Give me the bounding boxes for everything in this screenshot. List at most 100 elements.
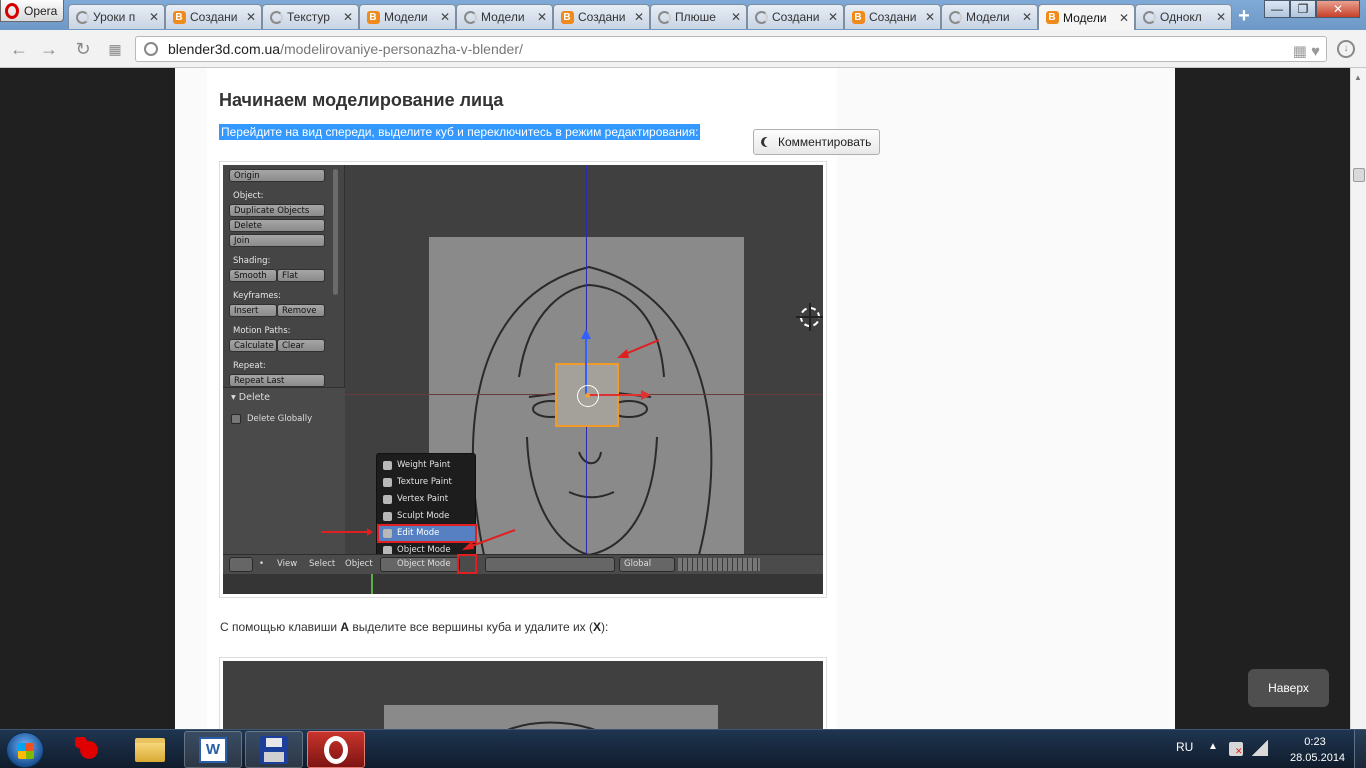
minimize-button[interactable]: — xyxy=(1264,0,1290,18)
url-host: blender3d.com.ua xyxy=(168,41,281,57)
browser-tab[interactable]: Плюше ✕ xyxy=(650,4,747,29)
maximize-button[interactable]: ❐ xyxy=(1290,0,1316,18)
editor-type-icon[interactable] xyxy=(229,557,253,572)
opera-logo-icon xyxy=(5,2,19,19)
loading-icon xyxy=(754,10,768,24)
taskbar-opera[interactable] xyxy=(307,731,365,768)
tab-close-icon[interactable]: ✕ xyxy=(245,10,257,24)
select-menu[interactable]: Select xyxy=(309,559,335,569)
tray-expand-icon[interactable]: ▲ xyxy=(1208,741,1218,752)
browser-tab[interactable]: Однокл ✕ xyxy=(1135,4,1232,29)
3d-view-header: • View Select Object Object Mode Global xyxy=(223,554,823,574)
browser-tab[interactable]: Уроки п ✕ xyxy=(68,4,165,29)
tab-close-icon[interactable]: ✕ xyxy=(730,10,742,24)
duplicate-objects-button[interactable]: Duplicate Objects xyxy=(229,204,325,217)
tab-close-icon[interactable]: ✕ xyxy=(1118,11,1130,25)
browser-tab[interactable]: Модели ✕ xyxy=(941,4,1038,29)
site-info-icon[interactable] xyxy=(144,42,158,56)
repeat-last-button[interactable]: Repeat Last xyxy=(229,374,325,387)
browser-tab[interactable]: Модели ✕ xyxy=(456,4,553,29)
mode-menu-item[interactable]: Sculpt Mode xyxy=(379,509,475,524)
face-sketch-2 xyxy=(507,721,596,729)
delete-globally-checkbox[interactable] xyxy=(231,414,241,424)
back-to-top-button[interactable]: Наверх xyxy=(1248,669,1329,707)
flat-button[interactable]: Flat xyxy=(277,269,325,282)
download-icon[interactable]: ↓ xyxy=(1337,40,1355,58)
back-button[interactable]: ← xyxy=(8,38,30,60)
timeline[interactable] xyxy=(223,574,823,594)
comment-moon-icon xyxy=(764,137,774,147)
tab-close-icon[interactable]: ✕ xyxy=(827,10,839,24)
orientation-selector[interactable]: Global xyxy=(619,557,675,572)
browser-tab[interactable]: B Создани ✕ xyxy=(553,4,650,29)
tab-close-icon[interactable]: ✕ xyxy=(1021,10,1033,24)
browser-tab[interactable]: Текстур ✕ xyxy=(262,4,359,29)
browser-tab[interactable]: Создани ✕ xyxy=(747,4,844,29)
tab-close-icon[interactable]: ✕ xyxy=(924,10,936,24)
view-menu[interactable]: View xyxy=(277,559,297,569)
address-field[interactable]: blender3d.com.ua/modelirovaniye-personaz… xyxy=(135,36,1327,62)
comment-button[interactable]: Комментировать xyxy=(753,129,881,155)
bookmark-heart-icon[interactable]: ▦ ♥ xyxy=(1293,40,1320,64)
network-signal-icon[interactable] xyxy=(1252,740,1268,756)
show-desktop-button[interactable] xyxy=(1354,730,1366,768)
tab-close-icon[interactable]: ✕ xyxy=(633,10,645,24)
mode-menu-item[interactable]: Vertex Paint xyxy=(379,492,475,507)
remove-keyframe-button[interactable]: Remove xyxy=(277,304,325,317)
tab-label: Уроки п xyxy=(93,10,136,24)
speed-dial-icon[interactable]: ▦ xyxy=(104,38,126,60)
start-button[interactable] xyxy=(6,732,44,768)
taskbar-save-app[interactable] xyxy=(245,731,303,768)
page-scrollbar[interactable]: ▲ xyxy=(1350,68,1366,729)
operator-title[interactable]: ▾ Delete xyxy=(231,392,270,403)
tab-close-icon[interactable]: ✕ xyxy=(342,10,354,24)
reload-button[interactable]: ↻ xyxy=(72,38,94,60)
browser-tab[interactable]: B Создани ✕ xyxy=(844,4,941,29)
scroll-thumb[interactable] xyxy=(1353,168,1365,182)
tool-shelf-scrollbar[interactable] xyxy=(333,169,338,295)
scroll-up-icon[interactable]: ▲ xyxy=(1354,73,1362,82)
calculate-button[interactable]: Calculate xyxy=(229,339,277,352)
clear-button[interactable]: Clear xyxy=(277,339,325,352)
timeline-current-frame xyxy=(371,574,373,594)
section-heading: Начинаем моделирование лица xyxy=(219,90,504,110)
tab-close-icon[interactable]: ✕ xyxy=(1215,10,1227,24)
origin-button[interactable]: Origin xyxy=(229,169,325,182)
browser-tab[interactable]: B Модели ✕ xyxy=(1038,4,1135,30)
viewport-tools[interactable] xyxy=(485,557,615,572)
delete-button[interactable]: Delete xyxy=(229,219,325,232)
tab-close-icon[interactable]: ✕ xyxy=(536,10,548,24)
tab-close-icon[interactable]: ✕ xyxy=(439,10,451,24)
mode-selector[interactable]: Object Mode xyxy=(380,557,460,572)
tool-shelf-panel: Origin Object: Duplicate Objects Delete … xyxy=(223,165,345,557)
tutorial-image-2 xyxy=(219,657,827,729)
mode-icon xyxy=(383,512,392,521)
object-menu[interactable]: Object xyxy=(345,559,373,569)
smooth-button[interactable]: Smooth xyxy=(229,269,277,282)
browser-tab[interactable]: B Модели ✕ xyxy=(359,4,456,29)
layer-buttons[interactable] xyxy=(678,558,760,571)
new-tab-button[interactable]: + xyxy=(1233,6,1255,26)
insert-keyframe-button[interactable]: Insert xyxy=(229,304,277,317)
clock[interactable]: 0:23 28.05.2014 xyxy=(1290,734,1345,766)
blender-icon: B xyxy=(560,10,574,24)
tab-close-icon[interactable]: ✕ xyxy=(148,10,160,24)
mode-menu-item[interactable]: Weight Paint xyxy=(379,458,475,473)
join-button[interactable]: Join xyxy=(229,234,325,247)
mode-menu-item[interactable]: Texture Paint xyxy=(379,475,475,490)
blender-icon: B xyxy=(851,10,865,24)
close-window-button[interactable]: ✕ xyxy=(1316,0,1360,18)
tab-label: Создани xyxy=(190,10,238,24)
header-dot-icon: • xyxy=(259,559,265,569)
taskbar-explorer[interactable] xyxy=(121,731,179,768)
language-indicator[interactable]: RU xyxy=(1176,740,1193,754)
forward-button[interactable]: → xyxy=(38,38,60,60)
browser-tab[interactable]: B Создани ✕ xyxy=(165,4,262,29)
taskbar-word[interactable]: W xyxy=(184,731,242,768)
action-center-flag-icon[interactable] xyxy=(1229,742,1243,757)
opera-menu-button[interactable]: Opera xyxy=(0,0,64,22)
tab-label: Модели xyxy=(481,10,525,24)
mode-menu-label: Weight Paint xyxy=(397,460,451,470)
taskbar-app-splat[interactable] xyxy=(60,731,118,768)
repeat-label: Repeat: xyxy=(233,361,266,371)
